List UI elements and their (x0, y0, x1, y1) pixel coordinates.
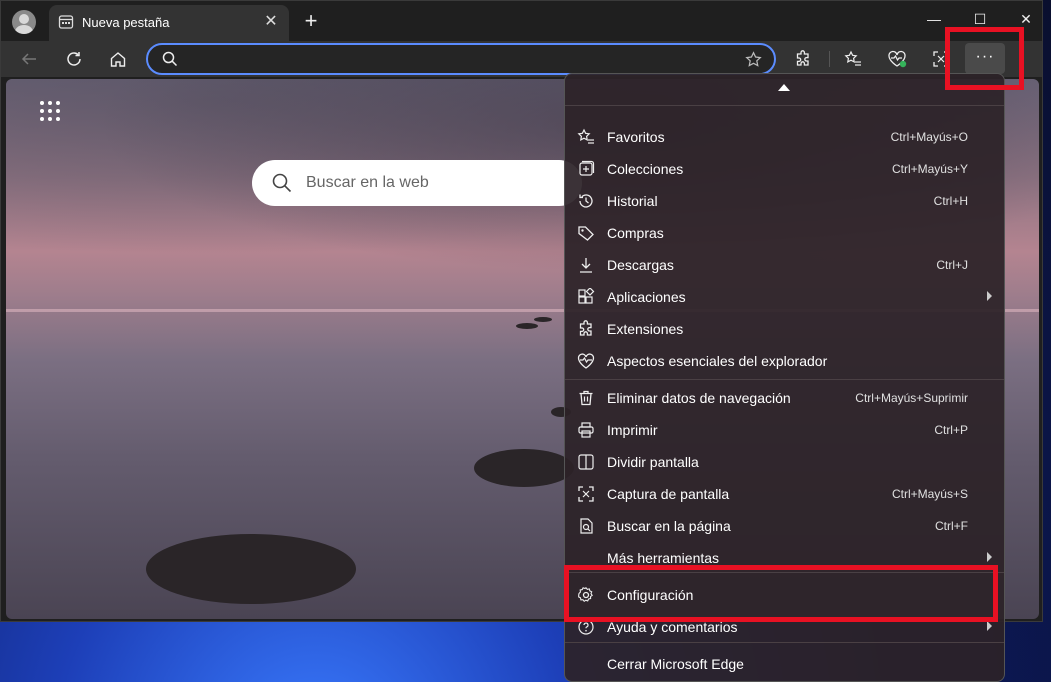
menu-collapse-bar[interactable] (565, 74, 1004, 106)
download-icon (580, 258, 592, 273)
chevron-right-icon (987, 552, 992, 562)
web-search-box[interactable] (252, 160, 582, 206)
app-launcher-icon[interactable] (40, 101, 60, 121)
star-list-icon (844, 50, 861, 66)
background-rock (474, 449, 574, 487)
menu-item-label: Cerrar Microsoft Edge (607, 656, 744, 672)
menu-item-label: Captura de pantalla (607, 486, 730, 502)
refresh-button[interactable] (60, 45, 88, 73)
menu-item-historial[interactable]: Historial Ctrl+H (565, 185, 1004, 217)
menu-item-aplicaciones[interactable]: Aplicaciones (565, 281, 1004, 313)
heart-pulse-icon (577, 353, 595, 369)
maximize-button[interactable]: ☐ (957, 9, 1003, 29)
menu-item-label: Extensiones (607, 321, 684, 337)
minimize-button[interactable]: — (911, 9, 957, 29)
menu-item-shortcut: Ctrl+P (934, 423, 968, 437)
puzzle-icon (579, 320, 592, 336)
puzzle-icon (796, 50, 809, 66)
chevron-right-icon (987, 621, 992, 631)
address-input[interactable] (186, 49, 726, 69)
menu-item-label: Imprimir (607, 422, 658, 438)
menu-item-aspectos-esenciales-del-explorador[interactable]: Aspectos esenciales del explorador (565, 345, 1004, 377)
apps-icon (578, 288, 595, 304)
menu-item-favoritos[interactable]: Favoritos Ctrl+Mayús+O (565, 121, 1004, 153)
menu-item-label: Historial (607, 193, 658, 209)
printer-icon (578, 422, 594, 438)
new-tab-page-icon (58, 15, 74, 29)
menu-item-label: Colecciones (607, 161, 684, 177)
find-page-icon (580, 518, 593, 534)
navigation-toolbar: ··· (1, 41, 1042, 77)
tab-new-tab[interactable]: Nueva pestaña ✕ (49, 5, 289, 41)
close-window-button[interactable]: ✕ (1003, 9, 1049, 29)
background-rock (146, 534, 356, 604)
menu-item-label: Descargas (607, 257, 674, 273)
screenshot-icon (578, 486, 594, 502)
toolbar-separator (829, 51, 830, 67)
menu-item-shortcut: Ctrl+Mayús+Suprimir (855, 391, 968, 405)
home-icon (110, 52, 126, 67)
menu-item-extensiones[interactable]: Extensiones (565, 313, 1004, 345)
highlight-settings-item (564, 565, 998, 622)
tab-title: Nueva pestaña (82, 15, 170, 30)
menu-item-label: Eliminar datos de navegación (607, 390, 791, 406)
favorites-button[interactable] (839, 45, 867, 73)
menu-item-label: Aplicaciones (607, 289, 686, 305)
extensions-button[interactable] (789, 45, 817, 73)
address-bar[interactable] (146, 43, 776, 75)
collections-icon (579, 160, 595, 176)
menu-item-label: Buscar en la página (607, 518, 731, 534)
menu-item-cerrar-microsoft-edge[interactable]: Cerrar Microsoft Edge (565, 648, 1004, 680)
menu-item-shortcut: Ctrl+F (935, 519, 968, 533)
star-list-icon (577, 128, 594, 144)
menu-item-captura-de-pantalla[interactable]: Captura de pantalla Ctrl+Mayús+S (565, 478, 1004, 510)
tab-bar: Nueva pestaña ✕ + — ☐ ✕ (1, 1, 1042, 41)
menu-divider (565, 642, 1004, 643)
search-icon (272, 173, 292, 193)
menu-item-label: Más herramientas (607, 550, 720, 566)
heart-pulse-icon (888, 50, 907, 68)
search-icon (162, 51, 178, 67)
history-icon (579, 194, 593, 208)
menu-item-label: Aspectos esenciales del explorador (607, 353, 828, 369)
background-rock (516, 323, 538, 329)
menu-item-label: Compras (607, 225, 664, 241)
chevron-right-icon (987, 291, 992, 301)
menu-item-label: Favoritos (607, 129, 665, 145)
chevron-up-icon (778, 84, 790, 91)
back-arrow-icon (21, 53, 36, 65)
menu-item-shortcut: Ctrl+J (936, 258, 968, 272)
trash-icon (579, 390, 593, 406)
menu-item-shortcut: Ctrl+H (933, 194, 968, 208)
menu-item-shortcut: Ctrl+Mayús+O (890, 130, 968, 144)
menu-item-shortcut: Ctrl+Mayús+S (891, 487, 968, 501)
browser-essentials-button[interactable] (883, 45, 911, 73)
background-rock (534, 317, 552, 322)
menu-divider (565, 379, 1004, 380)
web-search-input[interactable] (306, 173, 566, 193)
menu-item-imprimir[interactable]: Imprimir Ctrl+P (565, 414, 1004, 446)
menu-item-eliminar-datos-de-navegacion[interactable]: Eliminar datos de navegación Ctrl+Mayús+S… (565, 382, 1004, 414)
menu-item-compras[interactable]: Compras (565, 217, 1004, 249)
profile-avatar-icon[interactable] (12, 10, 36, 34)
home-button[interactable] (104, 45, 132, 73)
menu-item-descargas[interactable]: Descargas Ctrl+J (565, 249, 1004, 281)
menu-item-shortcut: Ctrl+Mayús+Y (891, 162, 968, 176)
back-button[interactable] (15, 45, 43, 73)
favorite-star-icon[interactable] (745, 51, 762, 68)
menu-item-colecciones[interactable]: Colecciones Ctrl+Mayús+Y (565, 153, 1004, 185)
tab-close-icon[interactable]: ✕ (261, 12, 281, 32)
new-tab-button[interactable]: + (301, 9, 321, 33)
refresh-icon (67, 52, 81, 66)
split-screen-icon (578, 454, 594, 470)
menu-item-buscar-en-la-pagina[interactable]: Buscar en la página Ctrl+F (565, 510, 1004, 542)
menu-item-dividir-pantalla[interactable]: Dividir pantalla (565, 446, 1004, 478)
tag-icon (578, 226, 594, 241)
highlight-more-button (945, 27, 1024, 90)
menu-item-label: Dividir pantalla (607, 454, 699, 470)
